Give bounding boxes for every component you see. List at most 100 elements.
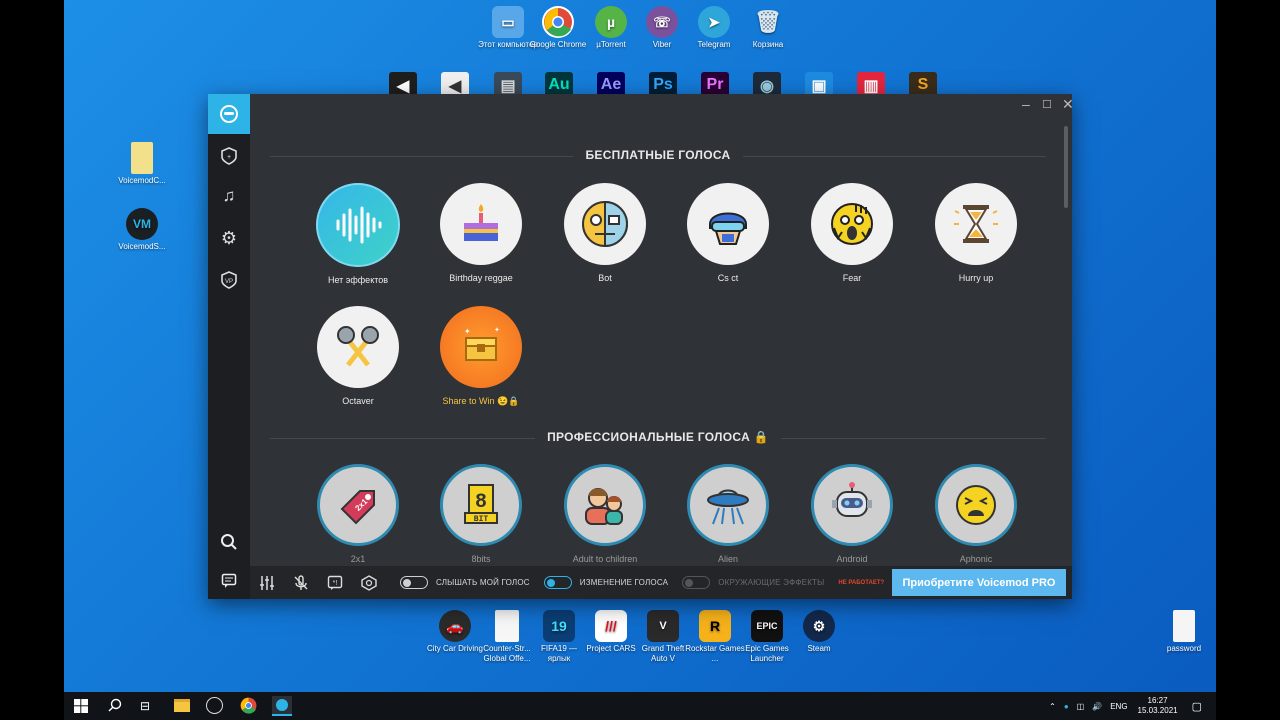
file-explorer-icon[interactable] (174, 699, 190, 712)
voice-fear[interactable]: Fear (797, 183, 907, 283)
cloud-icon[interactable]: ● (1064, 702, 1069, 711)
mixer-button[interactable] (250, 566, 284, 599)
search-icon[interactable] (108, 698, 122, 717)
voice-changer-toggle[interactable] (543, 576, 572, 589)
svg-text:*!: *! (333, 580, 338, 587)
robot-face-icon (582, 200, 628, 248)
search-icon (221, 534, 237, 550)
svg-text:✦: ✦ (494, 326, 500, 334)
voice-8bits[interactable]: 8 BIT 8bits (426, 464, 536, 564)
gta5-icon[interactable]: V Grand Theft Auto V (633, 610, 693, 664)
password-file-icon[interactable]: password (1154, 610, 1214, 654)
soundboard-tab[interactable]: + (208, 136, 250, 176)
unity-light-icon[interactable]: ◀ (441, 72, 469, 96)
cinema4d-icon[interactable]: ◉ (753, 72, 781, 96)
mute-mic-button[interactable] (284, 566, 318, 599)
scrollbar[interactable] (1064, 126, 1068, 208)
red-app-icon[interactable]: ▥ (857, 72, 885, 96)
epic-games-icon[interactable]: EPIC Epic Games Launcher (737, 610, 797, 664)
after-effects-icon[interactable]: Ae (597, 72, 625, 96)
hear-myself-toggle[interactable] (400, 576, 428, 589)
speaker-icon[interactable]: 🔊 (1092, 702, 1102, 711)
clock[interactable]: 16:27 15.03.2021 (1138, 696, 1178, 716)
unity-dark-icon[interactable]: ◀ (389, 72, 417, 96)
voicebox-tab[interactable] (208, 94, 250, 134)
mic-shield-icon: + (221, 147, 237, 165)
free-voices-title: БЕСПЛАТНЫЕ ГОЛОСА (573, 148, 743, 162)
music-tab[interactable]: ♫ (208, 176, 250, 216)
vip-tab[interactable]: VP (208, 260, 250, 300)
voice-no-effects[interactable]: Нет эффектов (303, 183, 413, 285)
voice-share-to-win[interactable]: ✦ ✦ Share to Win 😉🔒 (426, 306, 536, 407)
voice-octaver[interactable]: Octaver (303, 306, 413, 406)
scared-face-icon (831, 203, 873, 245)
city-car-driving-icon[interactable]: 🚗 City Car Driving (425, 610, 485, 654)
blue-app-icon[interactable]: ▣ (805, 72, 833, 96)
voice-label: 2x1 (350, 554, 366, 564)
mic-off-icon (294, 574, 308, 590)
windows-start-icon[interactable] (74, 699, 88, 718)
sublime-icon[interactable]: S (909, 72, 937, 96)
buy-pro-button[interactable]: Приобретите Voicemod PRO (892, 569, 1066, 596)
premiere-icon[interactable]: Pr (701, 72, 729, 96)
not-working-link[interactable]: НЕ РАБОТАЕТ? (838, 580, 884, 586)
notification-icon[interactable]: ▢ (1192, 700, 1202, 713)
cube-mic-icon (361, 574, 377, 591)
minimize-button[interactable]: – (1022, 96, 1030, 112)
voice-android[interactable]: Android (797, 464, 907, 564)
project-cars-icon[interactable]: /// Project CARS (581, 610, 641, 654)
svg-text:+: + (227, 154, 231, 161)
network-icon[interactable]: ◫ (1077, 702, 1085, 711)
close-button[interactable]: ✕ (1062, 96, 1072, 113)
8bit-icon: 8 BIT (464, 484, 498, 524)
svg-text:BIT: BIT (474, 515, 489, 524)
soundboard-icon: *! (327, 575, 343, 590)
chrome-icon[interactable]: Google Chrome (528, 6, 588, 50)
obs-icon[interactable] (206, 697, 223, 714)
chrome-taskbar-icon[interactable] (240, 697, 257, 719)
voice-bot[interactable]: Bot (550, 183, 660, 283)
voicemod-setup-icon[interactable]: VM VoicemodS... (112, 208, 172, 252)
search-button[interactable] (208, 522, 250, 562)
audition-icon[interactable]: Au (545, 72, 573, 96)
voice-alien[interactable]: Alien (673, 464, 783, 564)
steam-icon[interactable]: ⚙ Steam (789, 610, 849, 654)
voice-label: Birthday reggae (449, 273, 513, 283)
voicelab-button[interactable] (352, 566, 386, 599)
chevron-up-icon[interactable]: ⌃ (1049, 702, 1056, 711)
voice-birthday-reggae[interactable]: Birthday reggae (426, 183, 536, 283)
voicemod-window: + ♫ ⚙ VP – ☐ ✕ БЕСПЛАТНЫЕ ГОЛОСА Нет эфф… (208, 94, 1072, 599)
voice-label: Android (836, 554, 868, 564)
viber-icon[interactable]: ☏ Viber (632, 6, 692, 50)
python-icon[interactable]: ▤ (494, 72, 522, 96)
recycle-bin-icon[interactable]: 🗑 Корзина (738, 6, 798, 50)
csgo-icon[interactable]: Counter-Str... Global Offe... (477, 610, 537, 664)
voicemod-file-icon[interactable]: VoicemodC... (112, 142, 172, 186)
bottom-toolbar: *! СЛЫШАТЬ МОЙ ГОЛОС ИЗМЕНЕНИЕ ГОЛОСА ОК… (250, 566, 1072, 599)
photoshop-icon[interactable]: Ps (649, 72, 677, 96)
chat-button[interactable] (208, 561, 250, 601)
chat-icon (221, 573, 237, 588)
language-indicator[interactable]: ENG (1110, 702, 1127, 711)
voice-label: Bot (598, 273, 612, 283)
voice-label: Alien (717, 554, 738, 564)
soundboard-button[interactable]: *! (318, 566, 352, 599)
voice-2x1[interactable]: 2x1 2x1 (303, 464, 413, 564)
svg-text:8: 8 (475, 491, 487, 514)
voicemod-taskbar-icon[interactable] (272, 696, 292, 716)
voice-label: Adult to children (572, 554, 638, 564)
settings-tab[interactable]: ⚙ (208, 218, 250, 258)
ambient-effects-toggle[interactable] (682, 576, 711, 589)
voice-aphonic[interactable]: Aphonic (921, 464, 1031, 564)
tired-face-icon (956, 485, 996, 525)
voice-adult-to-children[interactable]: Adult to children (550, 464, 660, 564)
voice-cs-ct[interactable]: Cs ct (673, 183, 783, 283)
task-view-icon[interactable]: ⊟ (140, 699, 150, 713)
android-robot-icon (832, 482, 872, 517)
cake-icon (464, 204, 498, 241)
maximize-button[interactable]: ☐ (1042, 98, 1052, 111)
rockstar-icon[interactable]: R Rockstar Games ... (685, 610, 745, 664)
voice-hurry-up[interactable]: Hurry up (921, 183, 1031, 283)
fifa19-icon[interactable]: 19 FIFA19 — ярлык (529, 610, 589, 664)
telegram-icon[interactable]: ➤ Telegram (684, 6, 744, 50)
